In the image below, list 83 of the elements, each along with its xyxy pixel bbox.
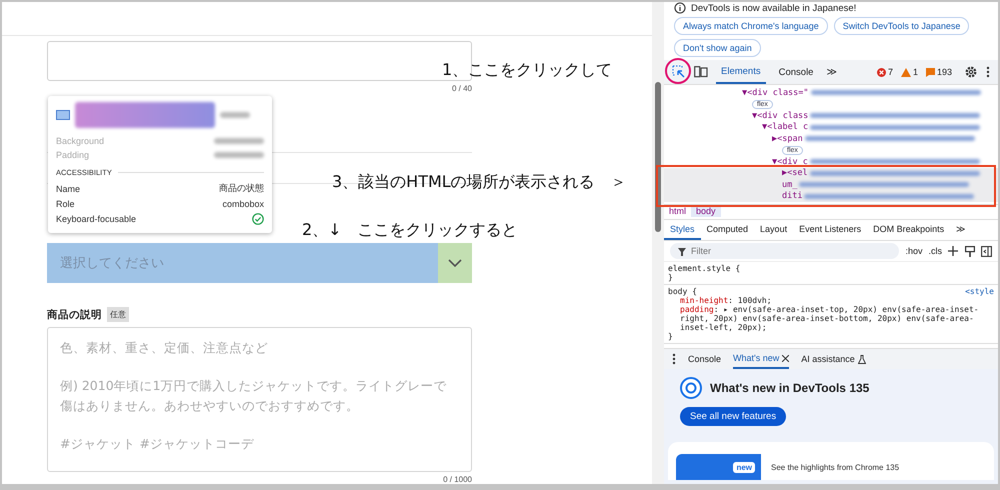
blurred-value: [214, 152, 264, 158]
panel-tab[interactable]: Elements: [716, 60, 766, 84]
device-toolbar-icon[interactable]: [694, 66, 708, 78]
annotation-text: 2、↓ ここをクリックすると: [302, 220, 518, 241]
css-declaration: min-height: 100dvh;: [679, 296, 773, 305]
blurred-value: [214, 138, 264, 144]
check-circle-icon: [252, 213, 264, 225]
drawer-tab[interactable]: AI assistance: [801, 349, 866, 369]
character-counter: 0 / 1000: [443, 475, 472, 484]
styles-tab[interactable]: Styles: [664, 220, 701, 240]
chevron-down-icon: [448, 258, 462, 268]
issue-count[interactable]: 193: [936, 67, 952, 77]
element-icon: [56, 110, 70, 120]
filter-field[interactable]: Filter: [670, 243, 900, 259]
property-value: combobox: [222, 199, 264, 209]
css-declaration: padding: ▸ env(safe-area-inset-top, 20px) env(safe-area-inset-right, 20px) env(safe-area-inset-bottom, 20px) env(safe-area-inset-left, 20px);: [679, 305, 980, 332]
dom-node[interactable]: ▶<sel: [664, 168, 998, 179]
character-counter: 0 / 40: [452, 84, 472, 93]
notice-button[interactable]: Always match Chrome's language: [674, 17, 828, 35]
panel-tab[interactable]: Console: [774, 60, 818, 84]
placeholder-text: 色、素材、重さ、定価、注意点など: [60, 339, 269, 357]
styles-tab[interactable]: Layout: [754, 220, 794, 240]
styles-tab[interactable]: Event Listeners: [793, 220, 868, 240]
more-tabs-button[interactable]: ≫: [950, 220, 972, 240]
highlight-text: See the highlights from Chrome 135: [771, 462, 900, 472]
optional-badge: 任意: [107, 307, 129, 322]
property-value: 商品の状態: [219, 182, 264, 195]
more-options-icon[interactable]: [986, 66, 990, 78]
css-selector: body {: [668, 287, 697, 296]
paint-icon[interactable]: [965, 246, 975, 256]
browser-logo-icon: [680, 377, 702, 399]
dom-node[interactable]: diti: [664, 190, 998, 202]
inspect-element-icon[interactable]: [672, 65, 686, 79]
placeholder-text: #ジャケット #ジャケットコーデ: [60, 435, 255, 454]
dom-node[interactable]: ▼<label c: [664, 122, 998, 133]
class-button[interactable]: .cls: [928, 246, 942, 256]
flask-icon: [858, 354, 866, 364]
breadcrumb[interactable]: html: [664, 205, 692, 217]
field-label: 商品の説明: [47, 308, 102, 322]
scrollbar[interactable]: [652, 2, 664, 484]
css-selector: element.style {: [668, 264, 740, 273]
issue-icon: [926, 68, 935, 76]
settings-icon[interactable]: [964, 65, 978, 79]
property-label: Role: [56, 199, 75, 209]
dom-node[interactable]: ▼<div c: [664, 156, 998, 168]
plus-icon[interactable]: [948, 246, 959, 256]
warning-count[interactable]: 1: [912, 67, 918, 77]
annotation-text: 1、ここをクリックして: [442, 60, 612, 81]
hover-state-button[interactable]: :hov: [905, 246, 922, 256]
property-label: Background: [56, 136, 104, 146]
dom-node[interactable]: ▼<div class=": [664, 87, 998, 98]
title-input-field[interactable]: [47, 41, 472, 81]
highlight-circle: [665, 58, 691, 84]
info-icon: [674, 2, 686, 14]
error-icon: [876, 68, 886, 76]
error-count[interactable]: 7: [888, 67, 893, 77]
drawer-tab[interactable]: Console: [688, 349, 722, 369]
styles-tab[interactable]: Computed: [700, 220, 754, 240]
notice-button[interactable]: Switch DevTools to Japanese: [834, 17, 970, 35]
css-brace: }: [668, 273, 674, 282]
property-label: Keyboard-focusable: [56, 214, 136, 224]
more-tabs-button[interactable]: ≫: [826, 66, 836, 78]
property-label: Name: [56, 184, 80, 194]
sidebar-toggle-icon[interactable]: [981, 246, 992, 256]
new-badge: new: [733, 462, 755, 472]
dom-node[interactable]: um_: [664, 179, 998, 190]
placeholder-text: 例) 2010年頃に1万円で購入したジャケットです。ライトグレーで傷はありません。あわせやすいのでおすすめです。: [60, 377, 448, 415]
highlight-card[interactable]: new See the highlights from Chrome 135: [668, 442, 994, 480]
property-label: Padding: [56, 150, 90, 160]
styles-tab[interactable]: DOM Breakpoints: [867, 220, 950, 240]
notice-text: DevTools is now available in Japanese!: [691, 2, 856, 14]
css-brace: }: [668, 332, 674, 341]
dom-node[interactable]: ▶<span: [664, 133, 998, 144]
panel-title: What's new in DevTools 135: [710, 381, 870, 395]
annotation-text: 3、該当のHTMLの場所が表示される ＞: [332, 172, 627, 193]
more-options-icon[interactable]: [672, 353, 676, 365]
see-features-button[interactable]: See all new features: [680, 407, 786, 426]
blurred-size: [220, 112, 250, 118]
dom-node[interactable]: ▼<div class: [664, 110, 998, 122]
warning-icon: [900, 68, 911, 76]
stylesheet-link[interactable]: <style: [965, 287, 994, 296]
close-icon[interactable]: [782, 354, 790, 362]
notice-button[interactable]: Don't show again: [674, 39, 761, 57]
